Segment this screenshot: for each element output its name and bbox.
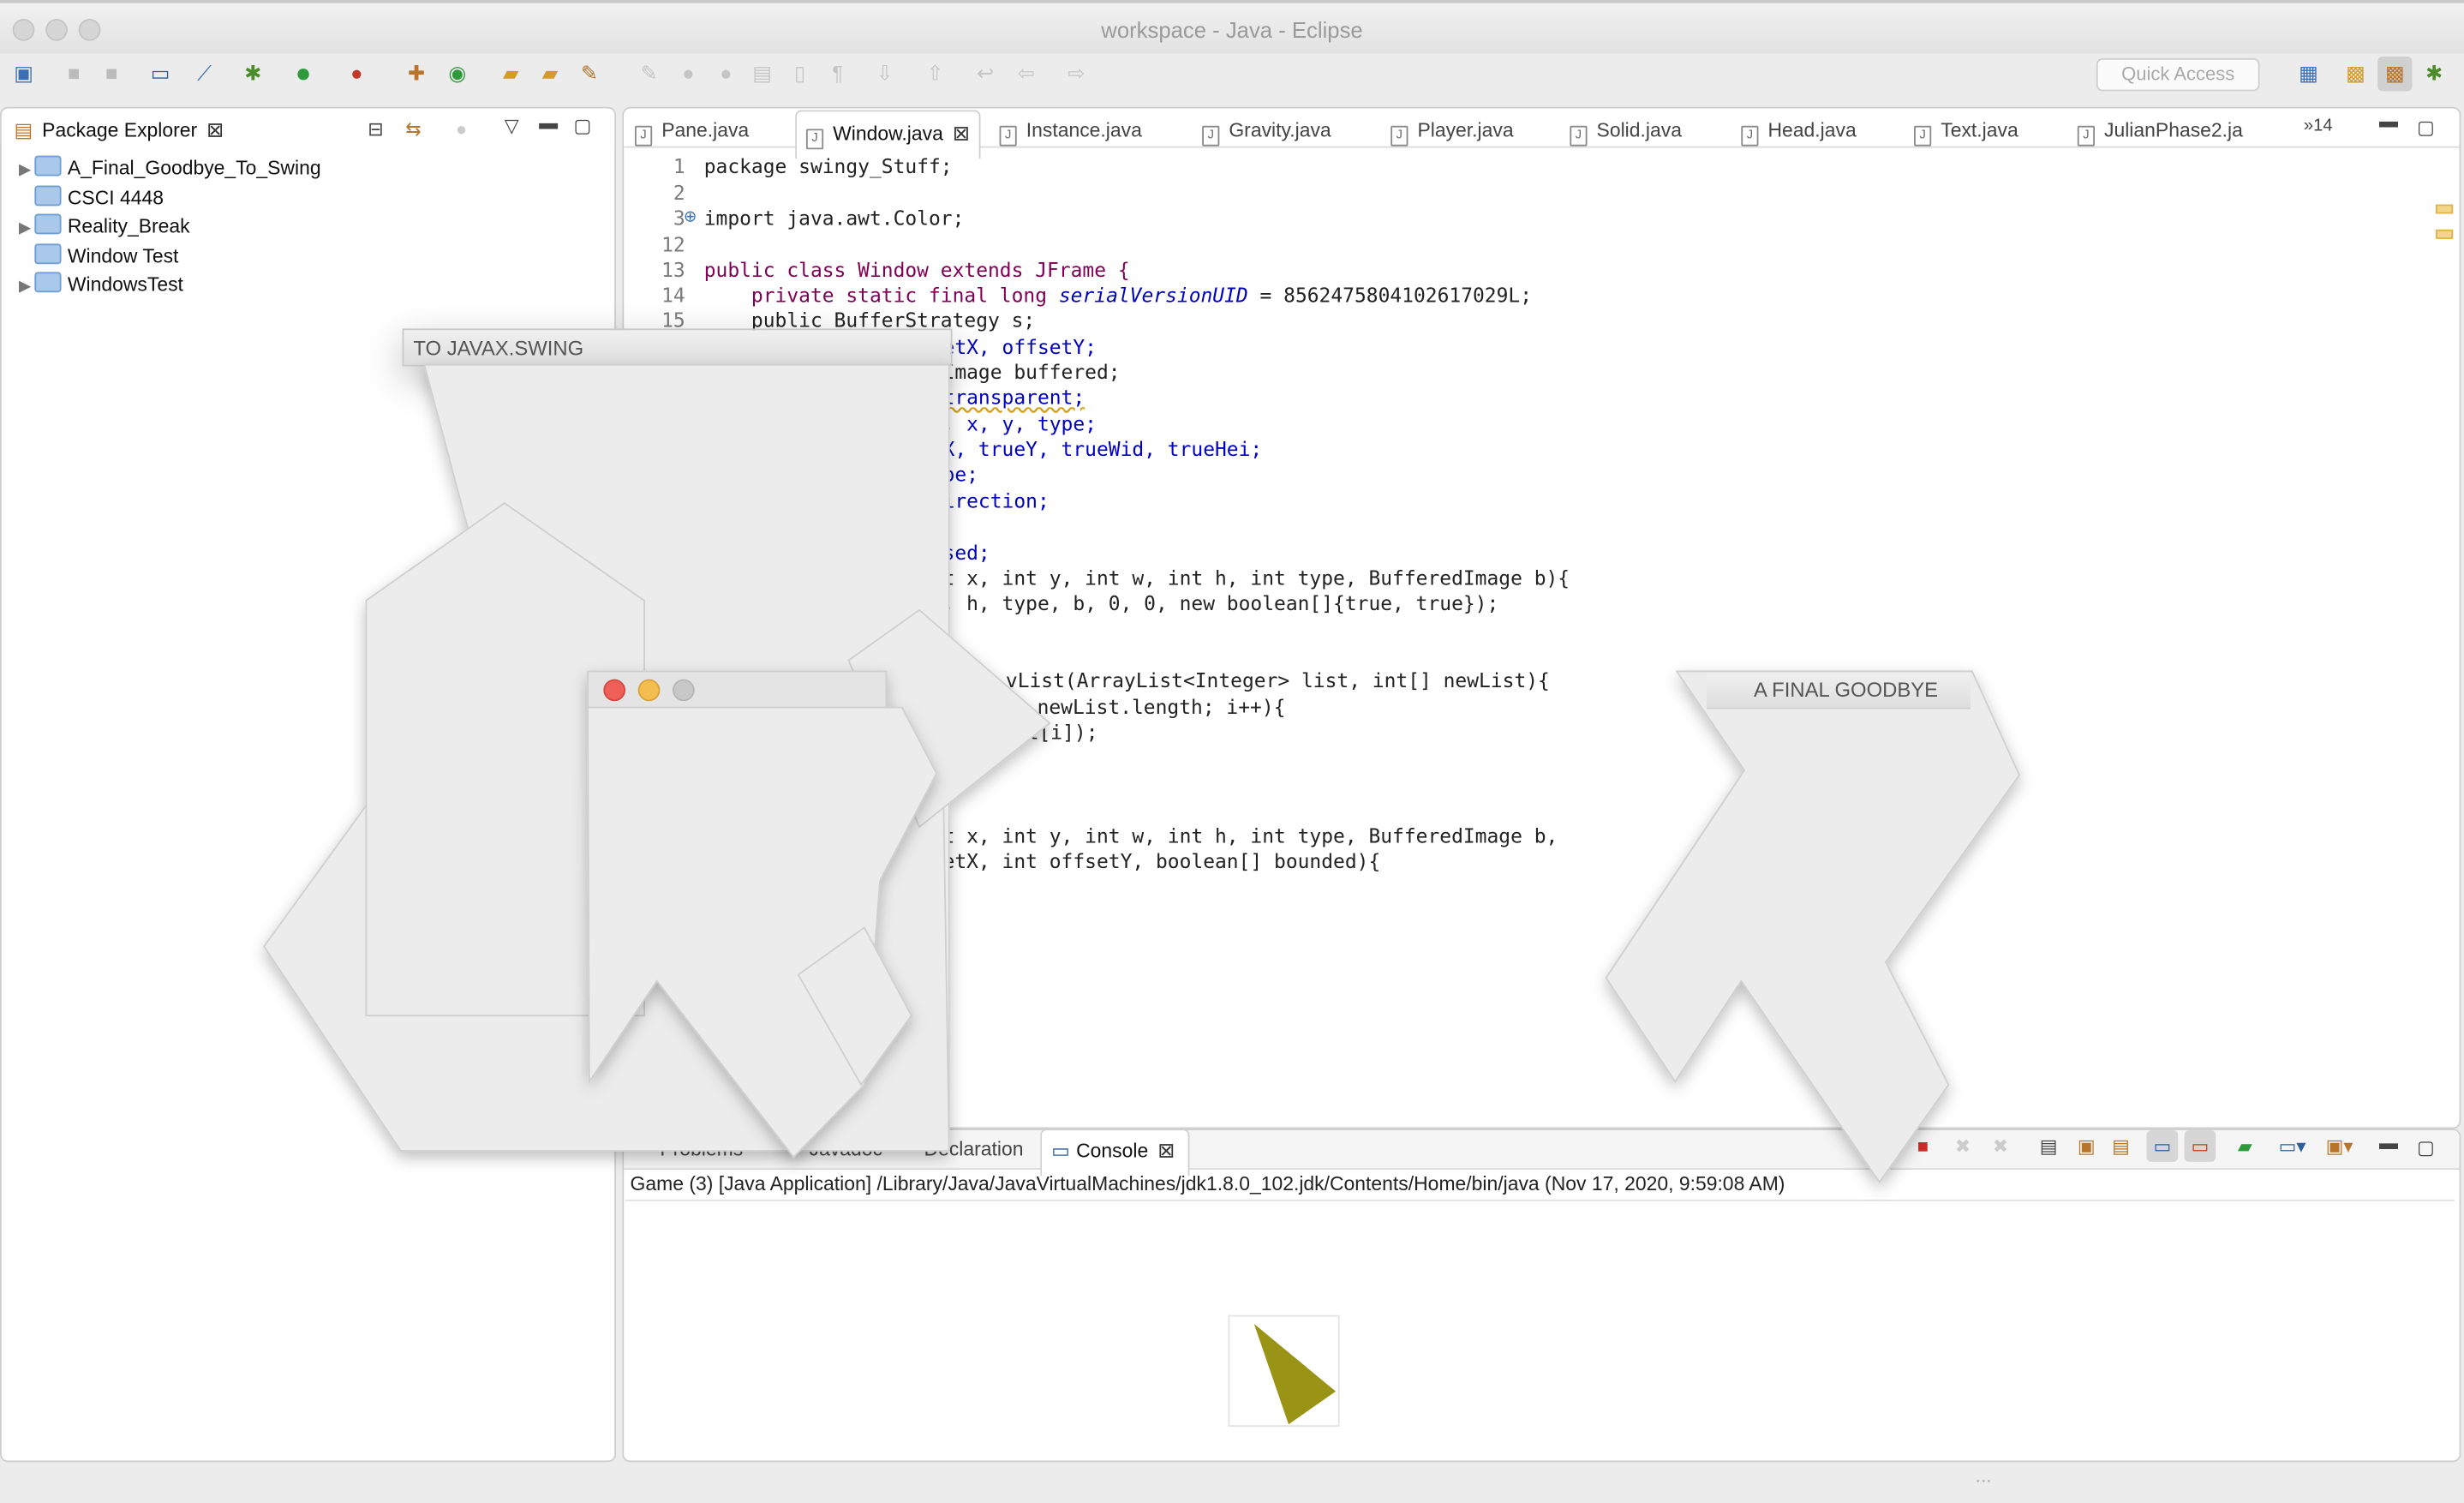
zoom-small-window-icon[interactable] [673, 679, 695, 702]
minimize-small-window-icon[interactable] [637, 679, 661, 702]
goodbye-window-title: A FINAL GOODBYE [1753, 677, 1939, 702]
arrow-right-shape[interactable] [1605, 670, 2021, 1184]
close-small-window-icon[interactable] [603, 679, 626, 702]
eclipse-screen: workspace - Java - Eclipse ▣ ■ ■ ▭ ⟋ ✱ ●… [0, 0, 2464, 1503]
resize-handle-icon[interactable]: ⋮ [1974, 1473, 1991, 1488]
small-window-frame[interactable] [587, 670, 888, 709]
overlay-shapes [263, 363, 2021, 1427]
goodbye-window-titlebar[interactable]: A FINAL GOODBYE [1706, 673, 1971, 710]
